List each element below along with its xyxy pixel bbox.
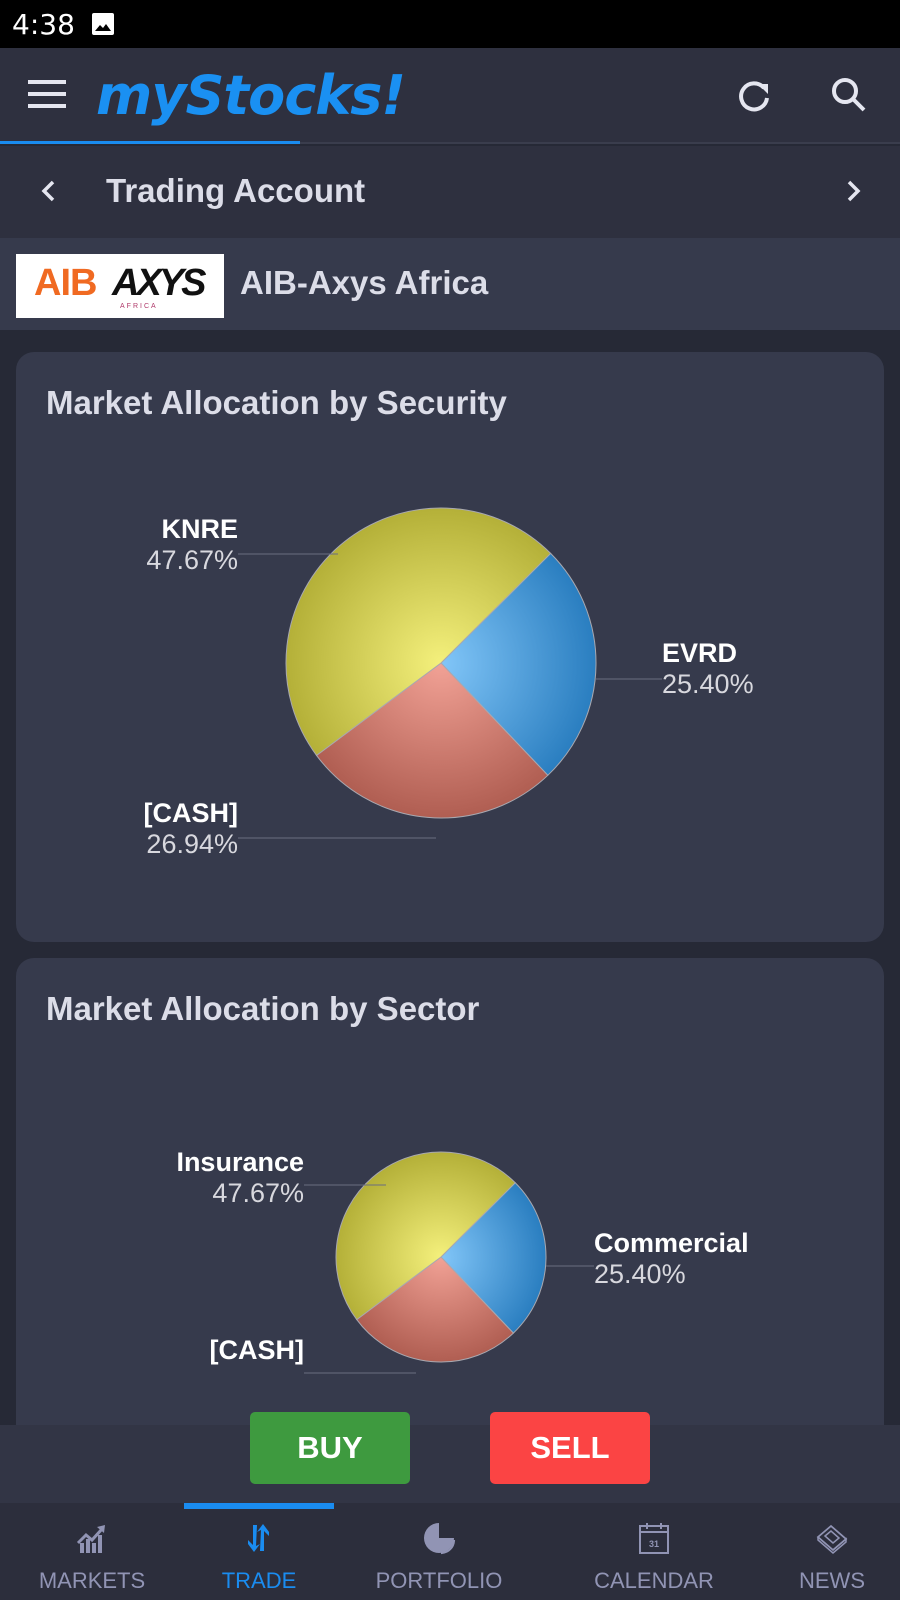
nav-active-indicator: [184, 1503, 334, 1509]
calendar-icon: 31: [639, 1523, 669, 1554]
account-header: Trading Account: [0, 146, 900, 238]
slice-percent-label: 47.67%: [212, 1178, 304, 1208]
security-pie-chart: EVRD25.40% [CASH]26.94% KNRE47.67%: [144, 507, 754, 859]
refresh-icon[interactable]: [732, 74, 776, 118]
nav-item-trade[interactable]: TRADE: [184, 1503, 334, 1600]
slice-percent-label: 25.40%: [594, 1259, 686, 1289]
nav-item-calendar[interactable]: 31 CALENDAR: [544, 1503, 764, 1600]
app-bar: myStocks!: [0, 48, 900, 144]
slice-label: [CASH]: [144, 798, 239, 828]
nav-item-news[interactable]: NEWS: [764, 1503, 900, 1600]
allocation-by-security-card: Market Allocation by Security EVRD 25.40%…: [16, 352, 884, 942]
chevron-right-icon[interactable]: [838, 176, 868, 206]
trade-arrows-icon: [248, 1524, 269, 1552]
slice-percent-label: 25.40%: [662, 669, 754, 699]
sell-button[interactable]: SELL: [490, 1412, 650, 1484]
slice-label: KNRE: [161, 514, 238, 544]
nav-label: CALENDAR: [594, 1568, 714, 1593]
nav-item-portfolio[interactable]: PORTFOLIO: [334, 1503, 544, 1600]
chevron-left-icon[interactable]: [34, 176, 64, 206]
action-bar: [0, 1425, 900, 1503]
status-time: 4:38: [12, 8, 75, 41]
slice-label: Commercial: [594, 1228, 749, 1258]
hamburger-menu-icon[interactable]: [28, 80, 66, 110]
nav-item-markets[interactable]: MARKETS: [0, 1503, 184, 1600]
slice-label: [CASH]: [210, 1335, 305, 1365]
nav-label: MARKETS: [38, 1568, 146, 1593]
app-logo: myStocks!: [96, 64, 406, 127]
broker-name: AIB-Axys Africa: [240, 264, 489, 301]
buy-button[interactable]: BUY: [250, 1412, 410, 1484]
broker-logo-right: AXYS: [112, 262, 207, 304]
broker-logo-left: AIB: [34, 262, 97, 304]
calendar-day: 31: [649, 1539, 659, 1549]
allocation-by-sector-card: Market Allocation by Sector Commercial 25…: [16, 958, 884, 1478]
nav-label: NEWS: [799, 1568, 865, 1593]
slice-percent-label: 26.94%: [146, 829, 238, 859]
nav-label: TRADE: [221, 1568, 297, 1593]
newspaper-icon: [816, 1524, 848, 1554]
status-bar: 4:38: [0, 0, 900, 48]
slice-label: Insurance: [176, 1147, 304, 1177]
slice-percent-label: 47.67%: [146, 545, 238, 575]
slice-label: EVRD: [662, 638, 737, 668]
image-icon: [92, 13, 114, 35]
nav-label: PORTFOLIO: [375, 1568, 503, 1593]
portfolio-pie-icon: [424, 1523, 456, 1555]
bottom-nav: MARKETS TRADE PORTFOLIO 31 CALENDAR NEWS: [0, 1503, 900, 1600]
broker-row[interactable]: AIB AXYS AFRICA AIB-Axys Africa: [0, 238, 900, 330]
markets-chart-icon: [76, 1525, 105, 1553]
sector-pie-chart: Commercial25.40% [CASH] Insurance47.67%: [176, 1147, 749, 1374]
app-bar-tab-indicator: [0, 141, 300, 144]
broker-logo: AIB AXYS AFRICA: [16, 254, 224, 318]
broker-logo-subtext: AFRICA: [120, 303, 158, 310]
page-title: Trading Account: [106, 172, 366, 209]
search-icon[interactable]: [828, 74, 872, 118]
